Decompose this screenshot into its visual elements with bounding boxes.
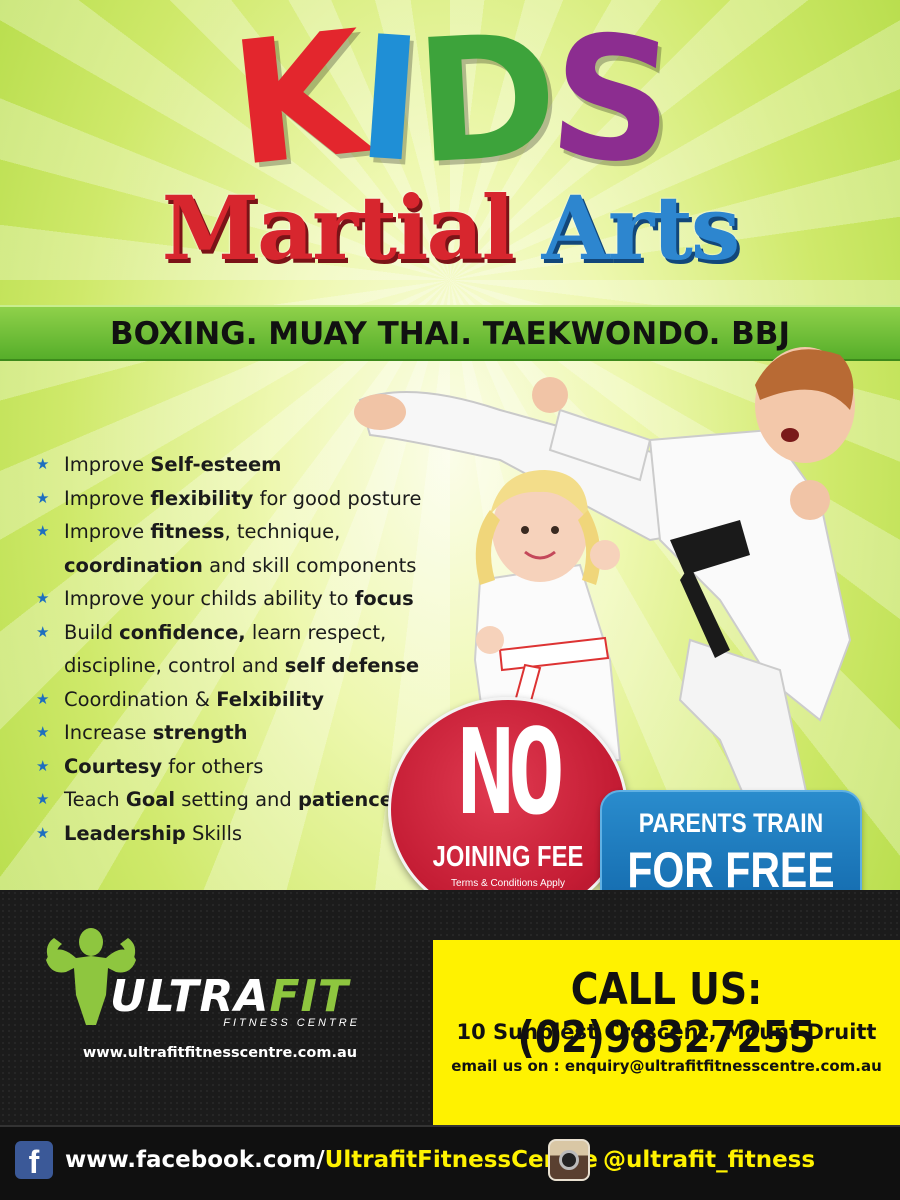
- star-icon: ★: [36, 622, 50, 641]
- benefit-item: ★ Coordination & Felxibility: [36, 683, 456, 717]
- call-us-phone[interactable]: CALL US: (02)98327255: [466, 966, 868, 1062]
- no-joining-fee-badge: NO JOINING FEE Terms & Conditions Apply: [388, 697, 628, 922]
- benefit-item: ★ Improve your childs ability to focus: [36, 582, 456, 616]
- star-icon: ★: [36, 723, 50, 741]
- title-letter-s: S: [542, 0, 676, 204]
- benefit-item: ★ Improve flexibility for good posture: [36, 482, 456, 516]
- no-text: NO: [457, 703, 565, 841]
- title-letter-i: I: [351, 0, 423, 201]
- star-icon: ★: [36, 689, 50, 708]
- instagram-icon[interactable]: [548, 1139, 590, 1181]
- terms-text: Terms & Conditions Apply: [451, 878, 565, 889]
- facebook-link[interactable]: www.facebook.com/UltrafitFitnessCentre: [65, 1145, 598, 1175]
- email-text[interactable]: email us on : enquiry@ultrafitfitnesscen…: [433, 1056, 900, 1076]
- star-icon: ★: [36, 823, 50, 842]
- ultrafit-logo-text: ULTRAFIT: [110, 971, 349, 1022]
- kids-title: KIDS: [0, 0, 900, 205]
- social-bar: f www.facebook.com/UltrafitFitnessCentre…: [0, 1125, 900, 1200]
- contact-panel: CALL US: (02)98327255 10 Sunblest Cresce…: [433, 940, 900, 1125]
- star-icon: ★: [36, 790, 50, 808]
- address-text: 10 Sunblest Crescent, Mount Druitt: [456, 1020, 877, 1044]
- instagram-handle[interactable]: @ultrafit_fitness: [603, 1145, 815, 1175]
- parents-train-text: PARENTS TRAIN: [638, 808, 824, 838]
- title-martial: Martial: [161, 176, 515, 280]
- title-arts: Arts: [541, 176, 741, 280]
- star-icon: ★: [36, 488, 50, 507]
- star-icon: ★: [36, 455, 50, 473]
- website-link[interactable]: www.ultrafitfitnesscentre.com.au: [60, 1043, 380, 1063]
- benefit-item: ★ Increase strength: [36, 716, 456, 750]
- benefit-item-continuation: coordination and skill components: [64, 553, 417, 577]
- benefit-item-continuation: discipline, control and self defense: [64, 654, 420, 677]
- fitness-centre-subtitle: FITNESS CENTRE: [223, 1017, 360, 1029]
- poster: KIDS Martial Arts BOXING. MUAY THAI. TAE…: [0, 0, 900, 1200]
- benefit-item: ★ Build confidence, learn respect,: [36, 616, 456, 650]
- star-icon: ★: [36, 589, 50, 607]
- joining-fee-text: JOINING FEE: [432, 841, 584, 873]
- benefit-item: ★ Improve fitness, technique,: [36, 515, 456, 549]
- benefit-item: ★ Improve Self-esteem: [36, 448, 456, 482]
- martial-arts-title: Martial Arts: [0, 178, 900, 278]
- title-letter-d: D: [410, 0, 556, 203]
- facebook-icon[interactable]: f: [15, 1141, 53, 1180]
- star-icon: ★: [36, 756, 50, 775]
- star-icon: ★: [36, 522, 50, 540]
- title-letter-k: K: [222, 0, 369, 206]
